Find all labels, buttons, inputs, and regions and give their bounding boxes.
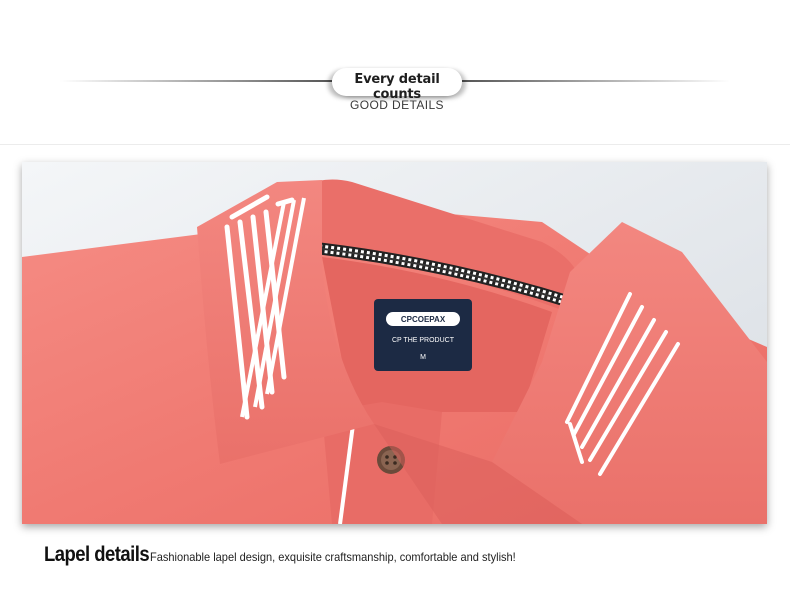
label-size: M — [420, 354, 426, 361]
section-subtitle: GOOD DETAILS — [350, 98, 444, 112]
caption-title: Lapel details — [44, 543, 150, 566]
neck-label: CPCOEPAX CP THE PRODUCT M — [374, 299, 472, 371]
header-divider — [0, 144, 790, 145]
section-header: Every detail counts GOOD DETAILS — [0, 0, 790, 146]
polo-collar-illustration: CPCOEPAX CP THE PRODUCT M — [22, 162, 767, 524]
header-rule-right — [462, 80, 730, 82]
header-rule-left — [60, 80, 332, 82]
label-brand: CPCOEPAX — [401, 315, 446, 324]
caption-text: Fashionable lapel design, exquisite craf… — [150, 550, 516, 564]
product-photo: CPCOEPAX CP THE PRODUCT M — [22, 162, 767, 524]
label-line2: CP THE PRODUCT — [392, 337, 455, 344]
